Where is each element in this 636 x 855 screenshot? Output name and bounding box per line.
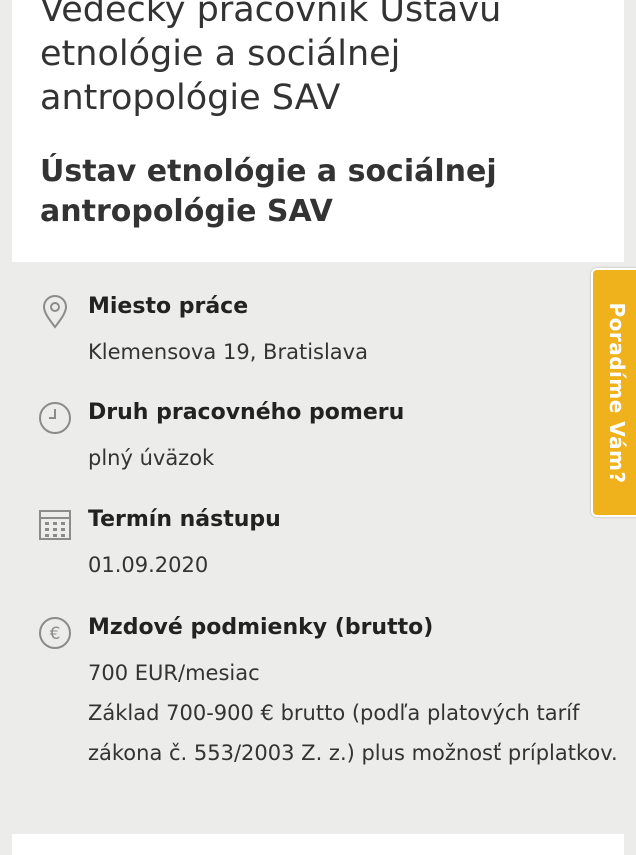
svg-text:€: € — [50, 624, 61, 644]
detail-value: 700 EUR/mesiac Základ 700-900 € brutto (… — [88, 653, 628, 773]
salary-note: Základ 700-900 € brutto (podľa platových… — [88, 701, 618, 765]
next-section-card — [12, 834, 624, 855]
advice-tab-button[interactable]: Poradíme Vám? — [591, 268, 636, 517]
salary-amount: 700 EUR/mesiac — [88, 661, 260, 685]
detail-label: Miesto práce — [88, 294, 249, 319]
euro-icon: € — [37, 615, 73, 651]
detail-value: plný úväzok — [88, 446, 215, 470]
company-name: Ústav etnológie a sociálnej antropológie… — [40, 154, 497, 229]
detail-label: Termín nástupu — [88, 507, 281, 532]
detail-value: 01.09.2020 — [88, 553, 209, 577]
calendar-icon — [37, 507, 73, 543]
detail-label: Druh pracovného pomeru — [88, 400, 405, 425]
job-details: Miesto práce Klemensova 19, Bratislava D… — [12, 262, 624, 834]
map-pin-icon — [37, 294, 73, 330]
job-title: Vedecký pracovník Ústavu etnológie a soc… — [40, 0, 502, 118]
clock-icon — [37, 400, 73, 436]
detail-value: Klemensova 19, Bratislava — [88, 340, 368, 364]
job-header: Vedecký pracovník Ústavu etnológie a soc… — [12, 0, 624, 262]
advice-tab-label: Poradíme Vám? — [605, 301, 629, 484]
detail-label: Mzdové podmienky (brutto) — [88, 615, 434, 640]
page-margin-left — [0, 0, 12, 855]
